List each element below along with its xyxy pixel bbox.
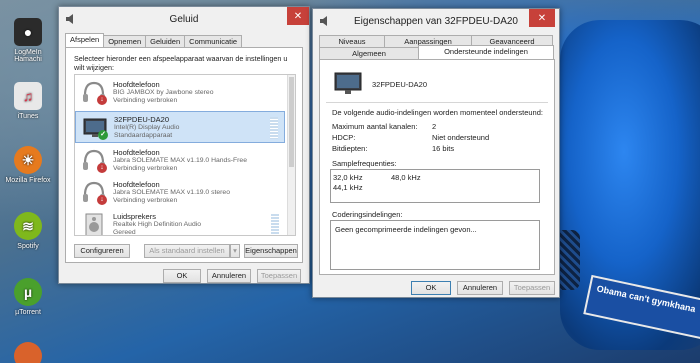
intro-text: De volgende audio-indelingen worden mome… [332,108,543,117]
ok-button[interactable]: OK [411,281,451,295]
tab-geluiden[interactable]: Geluiden [145,35,186,47]
row-value: 16 bits [432,144,455,153]
device-desc: BIG JAMBOX by Jawbone stereo [113,89,214,96]
app-icon [14,342,42,363]
device-row[interactable]: ↓ Hoofdtelefoon BIG JAMBOX by Jawbone st… [75,77,295,109]
sample-rate: 32,0 kHz [333,173,363,182]
disconnected-icon: ↓ [97,95,107,105]
properties-tabs-row2: Algemeen Ondersteunde indelingen [319,45,554,59]
device-name: Hoofdtelefoon [113,180,160,189]
device-status: Standaardapparaat [114,132,173,139]
default-check-icon: ✓ [98,130,108,140]
device-name: Hoofdtelefoon [113,148,160,157]
desktop-icon-label: Mozilla Firefox [5,177,51,184]
desktop-icon-partial[interactable] [4,342,52,363]
desktop-icon-utorrent[interactable]: µ µTorrent [4,278,52,316]
disconnected-icon: ↓ [97,163,107,173]
device-row[interactable]: ↓ Hoofdtelefoon Jabra SOLEMATE MAX v1.19… [75,145,295,177]
volume-meter [271,214,279,235]
sound-titlebar: Geluid ✕ [59,7,309,31]
device-desc: Jabra SOLEMATE MAX v1.19.0 Hands-Free [113,157,247,164]
volume-meter [270,117,278,139]
formats-panel: 32FPDEU-DA20 De volgende audio-indelinge… [319,59,555,275]
encoded-value: Geen gecomprimeerde indelingen gevon... [335,225,477,234]
desktop-icon-label: iTunes [17,113,39,120]
properties-title: Eigenschappen van 32FPDEU-DA20 [354,15,518,27]
ok-button[interactable]: OK [163,269,201,283]
device-status: Verbinding verbroken [113,197,178,204]
sound-window: Geluid ✕ Afspelen Opnemen Geluiden Commu… [58,6,310,284]
device-status: Verbinding verbroken [113,97,178,104]
speaker-box-icon [85,213,103,235]
itunes-icon: ♫ [14,82,42,110]
sound-title: Geluid [169,13,199,25]
cancel-button[interactable]: Annuleren [457,281,503,295]
desktop-icon-itunes[interactable]: ♫ iTunes [4,82,52,120]
encoded-formats-box: Geen gecomprimeerde indelingen gevon... [330,220,540,270]
disconnected-icon: ↓ [97,195,107,205]
set-default-button[interactable]: Als standaard instellen [144,244,230,258]
monitor-icon [334,72,362,94]
desktop-icon-label: LogMeIn Hamachi [14,49,42,63]
playback-panel: Selecteer hieronder een afspeelapparaat … [65,47,303,263]
close-button[interactable]: ✕ [529,9,555,27]
row-value: Niet ondersteund [432,133,490,142]
cancel-button[interactable]: Annuleren [207,269,251,283]
sound-tabs: Afspelen Opnemen Geluiden Communicatie [65,33,243,47]
device-status: Gereed [113,229,136,236]
device-desc: Realtek High Definition Audio [113,221,202,228]
device-row[interactable]: ↓ Hoofdtelefoon Jabra SOLEMATE MAX v1.19… [75,177,295,209]
row-key: Bitdiepten: [332,144,368,153]
desktop-icon-label: µTorrent [15,309,41,316]
tab-communicatie[interactable]: Communicatie [184,35,243,47]
device-name: Luidsprekers [113,212,156,221]
apply-button[interactable]: Toepassen [509,281,555,295]
tab-ondersteunde-indelingen[interactable]: Ondersteunde indelingen [418,45,554,59]
desktop-icon-firefox[interactable]: ☀ Mozilla Firefox [4,146,52,184]
device-name: 32FPDEU-DA20 [114,115,170,124]
device-name: Hoofdtelefoon [113,80,160,89]
instruction-text: Selecteer hieronder een afspeelapparaat … [74,54,288,72]
tab-niveaus[interactable]: Niveaus [319,35,385,47]
close-button[interactable]: ✕ [287,7,309,25]
properties-window: Eigenschappen van 32FPDEU-DA20 ✕ Niveaus… [312,8,560,298]
device-desc: Intel(R) Display Audio [114,124,180,131]
sample-rate: 48,0 kHz [391,173,421,182]
desktop-icon-hamachi[interactable]: ● LogMeIn Hamachi [4,18,52,63]
spotify-icon: ≋ [14,212,42,240]
firefox-icon: ☀ [14,146,42,174]
configure-button[interactable]: Configureren [74,244,130,258]
sample-label: Samplefrequenties: [332,159,397,168]
apply-button[interactable]: Toepassen [257,269,301,283]
sample-rate: 44,1 kHz [333,183,363,192]
utorrent-icon: µ [14,278,42,306]
desktop-icon-spotify[interactable]: ≋ Spotify [4,212,52,250]
device-row[interactable]: Luidsprekers Realtek High Definition Aud… [75,209,285,236]
properties-titlebar: Eigenschappen van 32FPDEU-DA20 ✕ [313,9,559,33]
row-key: HDCP: [332,133,356,142]
hamachi-icon: ● [14,18,42,46]
desktop-icon-label: Spotify [17,243,39,250]
properties-button[interactable]: Eigenschappen [244,244,298,258]
device-list: ↓ Hoofdtelefoon BIG JAMBOX by Jawbone st… [74,74,296,236]
chevron-down-icon[interactable]: ▾ [230,244,240,258]
row-key: Maximum aantal kanalen: [332,122,418,131]
divider [326,102,548,103]
tab-afspelen[interactable]: Afspelen [65,33,105,47]
row-value: 2 [432,122,437,131]
encoded-label: Coderingsindelingen: [332,210,403,219]
device-name: 32FPDEU-DA20 [372,80,428,89]
tab-algemeen[interactable]: Algemeen [319,47,419,59]
sample-rate-box: 32,0 kHz 48,0 kHz 44,1 kHz [330,169,540,203]
device-status: Verbinding verbroken [113,165,178,172]
device-desc: Jabra SOLEMATE MAX v1.19.0 stereo [113,189,230,196]
device-row-selected[interactable]: ✓ 32FPDEU-DA20 Intel(R) Display Audio St… [75,111,285,143]
tab-opnemen[interactable]: Opnemen [103,35,147,47]
